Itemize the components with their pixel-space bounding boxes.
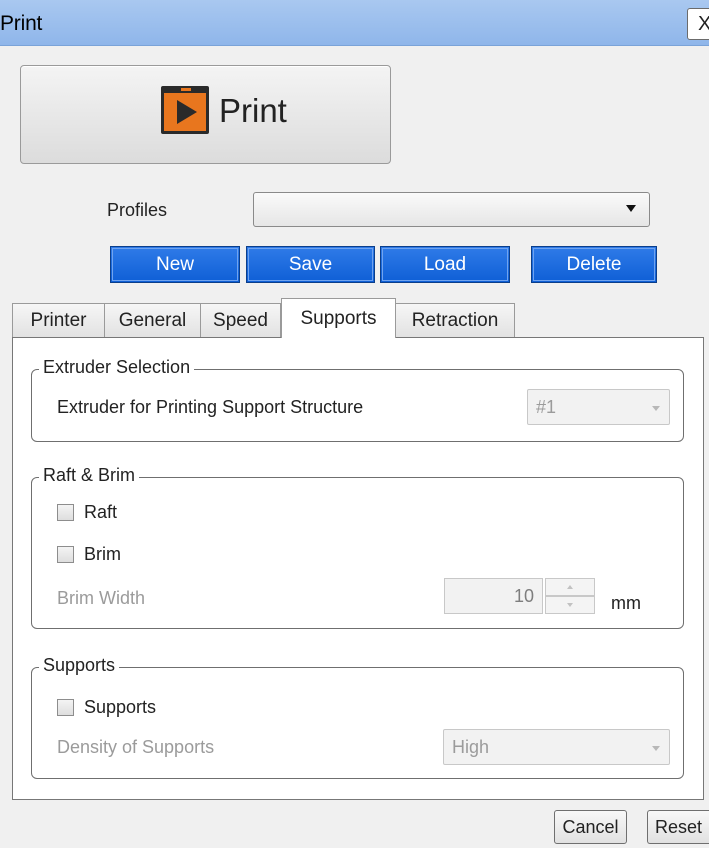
extruder-support-select[interactable]: #1 <box>527 389 670 425</box>
density-of-supports-label: Density of Supports <box>57 737 215 757</box>
chevron-down-icon <box>652 406 660 411</box>
chevron-down-icon <box>567 603 573 607</box>
supports-group-title: Supports <box>39 655 120 676</box>
supports-checkbox-label: Supports <box>84 697 157 717</box>
brim-checkbox[interactable] <box>57 546 74 563</box>
load-profile-button[interactable]: Load <box>380 246 510 283</box>
reset-button[interactable]: Reset <box>647 810 709 844</box>
delete-profile-button[interactable]: Delete <box>531 246 657 283</box>
extruder-support-label: Extruder for Printing Support Structure <box>57 397 364 417</box>
close-button[interactable]: X <box>687 8 709 40</box>
raft-brim-title: Raft & Brim <box>39 465 140 486</box>
brim-width-unit: mm <box>611 593 641 613</box>
tab-retraction[interactable]: Retraction <box>395 303 515 337</box>
chevron-up-icon <box>567 585 573 589</box>
tab-general[interactable]: General <box>104 303 201 337</box>
print-button-label: Print <box>219 92 287 129</box>
brim-label: Brim <box>84 544 121 564</box>
tab-supports[interactable]: Supports <box>281 298 396 338</box>
profiles-label: Profiles <box>107 200 168 220</box>
new-profile-button[interactable]: New <box>110 246 240 283</box>
brim-width-input[interactable]: 10 <box>444 578 543 614</box>
brim-width-label: Brim Width <box>57 588 146 608</box>
save-profile-button[interactable]: Save <box>246 246 375 283</box>
window-title: Print <box>0 12 43 35</box>
extruder-support-value: #1 <box>536 397 557 417</box>
density-of-supports-select[interactable]: High <box>443 729 670 765</box>
brim-width-increment-button[interactable] <box>545 578 595 596</box>
extruder-selection-title: Extruder Selection <box>39 357 195 378</box>
raft-label: Raft <box>84 502 118 522</box>
profiles-dropdown[interactable] <box>253 192 650 227</box>
print-button[interactable]: Print <box>20 65 391 164</box>
cancel-button[interactable]: Cancel <box>554 810 627 844</box>
tab-printer[interactable]: Printer <box>12 303 105 337</box>
chevron-down-icon <box>626 205 636 212</box>
raft-checkbox[interactable] <box>57 504 74 521</box>
play-icon <box>161 86 209 134</box>
density-of-supports-value: High <box>452 737 490 757</box>
chevron-down-icon <box>652 746 660 751</box>
tab-speed[interactable]: Speed <box>200 303 281 337</box>
brim-width-decrement-button[interactable] <box>545 596 595 614</box>
title-bar <box>0 0 709 46</box>
supports-checkbox[interactable] <box>57 699 74 716</box>
